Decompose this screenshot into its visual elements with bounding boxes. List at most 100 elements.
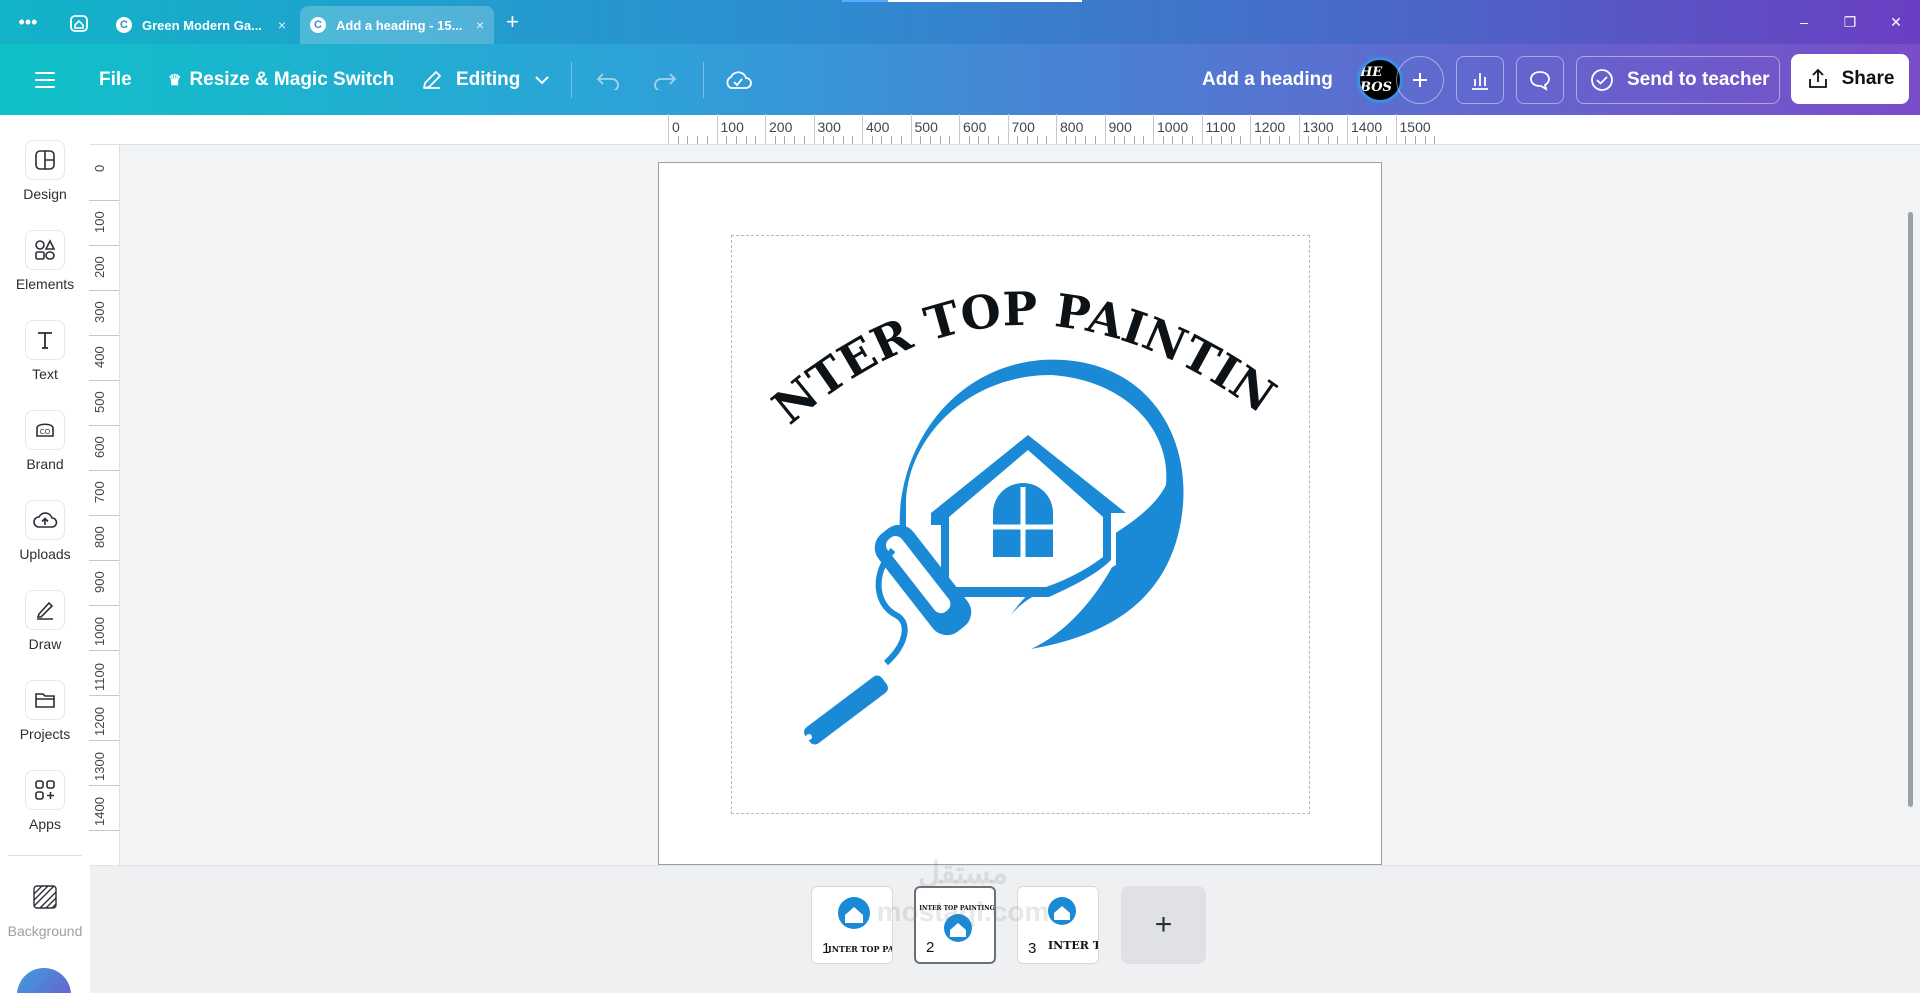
send-to-teacher-label: Send to teacher <box>1627 69 1770 90</box>
thumbnail-caption: INTER TOP PAINTING <box>828 944 893 954</box>
sidebar-item-draw[interactable]: Draw <box>0 590 90 670</box>
ruler-tick <box>706 136 708 144</box>
ruler-label: 900 <box>1108 119 1132 135</box>
home-icon[interactable] <box>68 12 90 34</box>
ruler-tick <box>1017 136 1019 144</box>
restore-button[interactable]: ❐ <box>1840 12 1860 32</box>
ruler-tick <box>1153 114 1154 144</box>
ruler-tick <box>784 136 786 144</box>
text-icon <box>25 320 65 360</box>
ruler-tick <box>677 136 679 144</box>
ruler-tick <box>1143 136 1145 144</box>
cloud-save-status[interactable] <box>724 44 752 115</box>
ruler-tick <box>1366 136 1368 144</box>
close-window-button[interactable]: ✕ <box>1886 12 1906 32</box>
ruler-tick <box>997 136 999 144</box>
sidebar-item-background[interactable]: Background <box>0 877 90 957</box>
editing-label: Editing <box>456 68 521 90</box>
share-button[interactable]: Share <box>1791 54 1909 104</box>
ruler-label: 800 <box>1060 119 1084 135</box>
ruler-tick <box>765 114 766 144</box>
ruler-label: 500 <box>914 119 938 135</box>
sidebar-item-uploads[interactable]: Uploads <box>0 500 90 580</box>
send-to-teacher-button[interactable]: Send to teacher <box>1576 56 1780 104</box>
ruler-tick <box>803 136 805 144</box>
sidebar-item-brand[interactable]: CO Brand <box>0 410 90 490</box>
loading-indicator-track <box>888 0 1082 2</box>
ruler-tick <box>716 114 718 144</box>
main-menu-button[interactable] <box>34 44 56 115</box>
page-number: 1 <box>822 940 831 957</box>
undo-button[interactable] <box>595 44 621 115</box>
ruler-tick <box>89 560 119 561</box>
ruler-label: 200 <box>769 119 793 135</box>
ruler-tick <box>832 136 834 144</box>
ruler-label: 1200 <box>1254 119 1286 135</box>
ruler-tick <box>735 136 737 144</box>
document-title[interactable]: Add a heading <box>1202 44 1333 115</box>
sidebar-item-text[interactable]: Text <box>0 320 90 400</box>
ruler-tick <box>89 605 119 606</box>
ruler-tick <box>1395 114 1397 144</box>
ruler-tick <box>89 785 119 786</box>
logo-artwork[interactable]: INTER TOP PAINTING <box>731 235 1310 814</box>
ruler-label: 700 <box>1011 119 1035 135</box>
sidebar-item-design[interactable]: Design <box>0 140 90 220</box>
ruler-tick <box>1211 136 1213 144</box>
tab-add-a-heading[interactable]: C Add a heading - 15... × <box>300 6 494 44</box>
ruler-tick <box>1220 136 1222 144</box>
ruler-label: 300 <box>817 119 841 135</box>
add-collaborator-button[interactable] <box>1396 56 1444 104</box>
file-menu-button[interactable]: File <box>99 44 132 115</box>
vertical-scrollbar[interactable] <box>1908 212 1913 807</box>
ruler-tick <box>755 136 757 144</box>
ruler-label: 1300 <box>92 752 107 781</box>
ruler-tick <box>697 136 699 144</box>
check-circle-icon <box>1591 69 1613 91</box>
tab-close-icon[interactable]: × <box>476 17 484 33</box>
tab-label: Add a heading - 15... <box>336 17 463 33</box>
bar-chart-icon <box>1472 73 1488 90</box>
ruler-tick <box>1230 136 1232 144</box>
resize-magic-switch-button[interactable]: ♛ Resize & Magic Switch <box>168 44 394 115</box>
ruler-tick <box>1114 136 1116 144</box>
sidebar-item-elements[interactable]: Elements <box>0 230 90 310</box>
ruler-label: 1500 <box>1399 119 1431 135</box>
sidebar-item-apps[interactable]: Apps <box>0 770 90 850</box>
ruler-label: 1000 <box>1157 119 1189 135</box>
ruler-tick <box>1259 136 1261 144</box>
tab-close-icon[interactable]: × <box>278 17 286 33</box>
ruler-label: 800 <box>92 526 107 548</box>
comments-button[interactable] <box>1516 56 1564 104</box>
new-tab-button[interactable]: + <box>506 10 519 34</box>
ruler-tick <box>852 136 854 144</box>
plus-icon <box>1413 73 1427 87</box>
ruler-tick <box>89 200 119 201</box>
chevron-down-icon <box>535 75 550 84</box>
sidebar-item-projects[interactable]: Projects <box>0 680 90 760</box>
ruler-tick <box>881 136 883 144</box>
add-page-button[interactable]: + <box>1121 886 1206 964</box>
insights-button[interactable] <box>1456 56 1504 104</box>
ruler-label: 100 <box>720 119 744 135</box>
browser-menu-icon[interactable]: ••• <box>14 12 42 32</box>
redo-button[interactable] <box>652 44 678 115</box>
ruler-tick <box>89 245 119 246</box>
browser-tab-bar: ••• C Green Modern Ga... × C Add a headi… <box>0 0 1920 44</box>
ruler-label: 1300 <box>1302 119 1334 135</box>
ruler-label: 1100 <box>1205 119 1236 135</box>
editing-mode-button[interactable]: Editing <box>420 44 550 115</box>
ruler-tick <box>89 290 119 291</box>
ruler-tick <box>1104 114 1106 144</box>
sidebar-item-label: Apps <box>29 816 61 832</box>
minimize-button[interactable]: – <box>1794 12 1814 32</box>
ruler-tick <box>1405 136 1407 144</box>
ruler-tick <box>823 136 825 144</box>
ruler-label: 1100 <box>92 663 107 691</box>
ruler-tick <box>1162 136 1164 144</box>
ruler-tick <box>1308 136 1310 144</box>
ruler-tick <box>89 740 119 741</box>
ruler-label: 200 <box>92 256 107 278</box>
tab-green-modern[interactable]: C Green Modern Ga... × <box>106 6 296 44</box>
page-number: 3 <box>1028 940 1037 957</box>
